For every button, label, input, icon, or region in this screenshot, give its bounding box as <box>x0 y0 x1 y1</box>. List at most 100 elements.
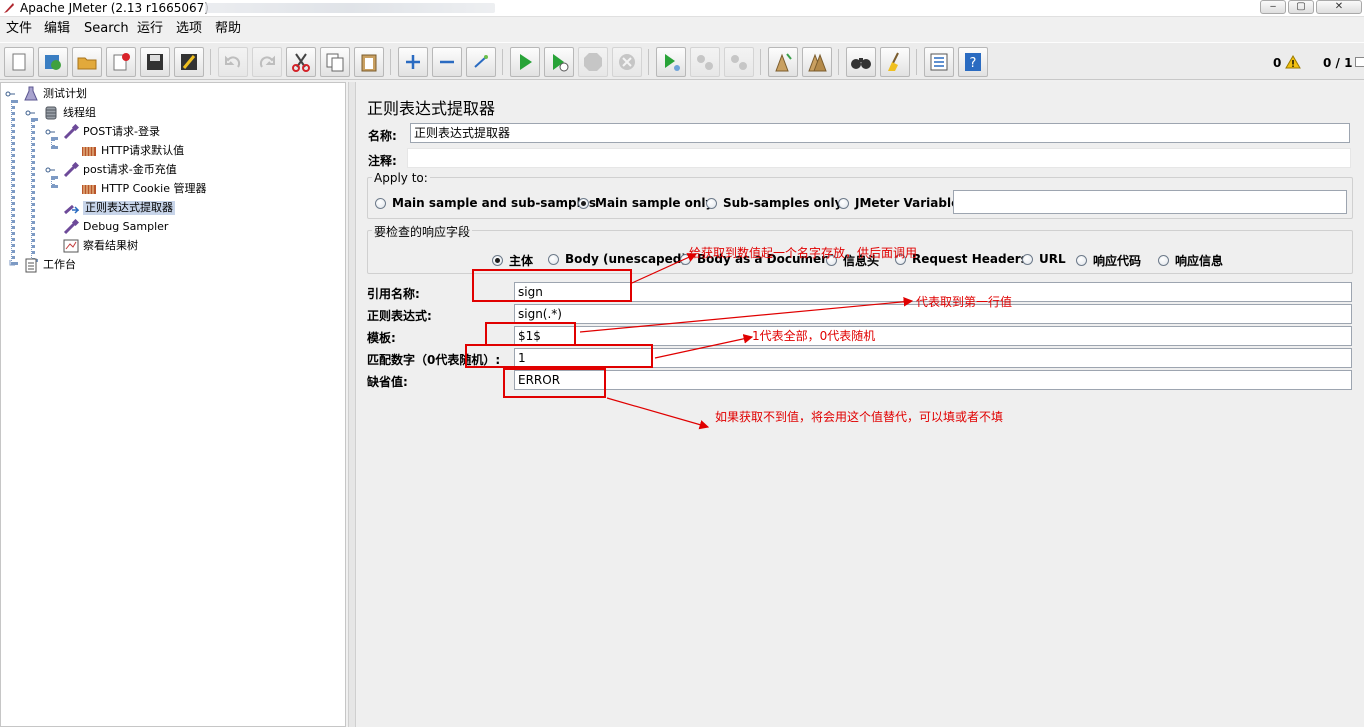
close-plan-button[interactable] <box>106 47 136 77</box>
start-button[interactable] <box>510 47 540 77</box>
save-screen-button[interactable] <box>174 47 204 77</box>
tree-node-http-defaults[interactable]: HTTP请求默认值 <box>81 142 184 160</box>
function-helper-button[interactable] <box>924 47 954 77</box>
tree-node-cookie-manager[interactable]: HTTP Cookie 管理器 <box>81 180 206 198</box>
svg-text:?: ? <box>970 56 977 71</box>
annotation-box-default-value <box>503 368 606 398</box>
tree-node-post-login[interactable]: POST请求-登录 <box>45 123 160 141</box>
save-button[interactable] <box>140 47 170 77</box>
error-count: 0 <box>1273 56 1282 70</box>
stop-button[interactable] <box>578 47 608 77</box>
redo-button[interactable] <box>252 47 282 77</box>
radio-label: Request Headers <box>912 252 1028 266</box>
annotation-box-reference-name <box>472 269 632 302</box>
radio-label: Main sample and sub-samples <box>392 196 597 210</box>
tree-node-label: HTTP Cookie 管理器 <box>101 182 207 195</box>
toolbar-separator <box>390 49 391 75</box>
default-value-input[interactable]: ERROR <box>514 370 1352 390</box>
sampler-pipette-icon <box>63 162 79 178</box>
expand-handle-icon[interactable] <box>45 165 55 175</box>
undo-button[interactable] <box>218 47 248 77</box>
panel-heading: 正则表达式提取器 <box>367 99 496 118</box>
tree-node-label: HTTP请求默认值 <box>101 144 185 157</box>
expand-handle-icon[interactable] <box>5 89 15 99</box>
tree-node-debug-sampler[interactable]: Debug Sampler <box>63 218 168 236</box>
plus-icon <box>406 55 420 69</box>
remote-start-button[interactable] <box>656 47 686 77</box>
sampler-pipette-icon <box>63 124 79 140</box>
remote-shutdown-button[interactable] <box>724 47 754 77</box>
start-no-pauses-button[interactable] <box>544 47 574 77</box>
tree-node-regex-extractor[interactable]: 正则表达式提取器 <box>63 199 175 217</box>
annotation-regex-note: 代表取到第一行值 <box>916 295 1013 309</box>
field-url-radio[interactable]: URL <box>1022 252 1066 266</box>
copy-button[interactable] <box>320 47 350 77</box>
templates-button[interactable] <box>38 47 68 77</box>
menu-run[interactable]: 运行 <box>137 21 163 37</box>
broom-icon <box>888 52 899 71</box>
name-input[interactable]: 正则表达式提取器 <box>410 123 1350 143</box>
menu-file[interactable]: 文件 <box>6 21 32 37</box>
undo-icon <box>225 55 241 68</box>
annotation-box-match-number <box>465 344 653 368</box>
jmeter-variable-input[interactable] <box>953 190 1347 214</box>
maximize-button[interactable]: ▢ <box>1288 0 1314 14</box>
cut-button[interactable] <box>286 47 316 77</box>
shutdown-button[interactable] <box>612 47 642 77</box>
toggle-button[interactable] <box>466 47 496 77</box>
broom-clear-icon <box>775 53 792 72</box>
warning-icon[interactable] <box>1285 55 1301 69</box>
new-file-icon <box>12 53 26 71</box>
apply-main-and-sub-radio[interactable]: Main sample and sub-samples <box>375 196 596 210</box>
new-button[interactable] <box>4 47 34 77</box>
radio-indicator <box>1022 253 1033 265</box>
collapse-all-button[interactable] <box>432 47 462 77</box>
close-button[interactable]: ✕ <box>1316 0 1362 14</box>
test-plan-tree: 测试计划 线程组 POST请求-登录 HTTP请求默认值 post请求-金币充值… <box>0 82 346 727</box>
apply-jmeter-variable-radio[interactable]: JMeter Variable <box>838 196 959 210</box>
clear-button[interactable] <box>768 47 798 77</box>
menu-help[interactable]: 帮助 <box>215 21 241 37</box>
templates-icon <box>45 55 61 70</box>
paste-button[interactable] <box>354 47 384 77</box>
save-as-icon <box>181 54 197 70</box>
reset-search-button[interactable] <box>880 47 910 77</box>
remote-stop-button[interactable] <box>690 47 720 77</box>
test-plan-flask-icon <box>24 86 38 101</box>
field-response-message-radio[interactable]: 响应信息 <box>1158 252 1223 269</box>
expand-all-button[interactable] <box>398 47 428 77</box>
tree-node-results-tree[interactable]: 察看结果树 <box>63 237 138 255</box>
minimize-button[interactable]: ‒ <box>1260 0 1286 14</box>
field-body-unescaped-radio[interactable]: Body (unescaped) <box>548 252 687 266</box>
field-body-radio[interactable]: 主体 <box>492 252 533 269</box>
tree-node-workbench[interactable]: 工作台 <box>5 256 76 274</box>
workbench-clipboard-icon <box>25 258 37 273</box>
tree-line <box>11 100 15 265</box>
search-button[interactable] <box>846 47 876 77</box>
open-button[interactable] <box>72 47 102 77</box>
reference-name-label: 引用名称: <box>367 287 420 301</box>
comment-input[interactable] <box>407 148 1351 168</box>
tree-node-test-plan[interactable]: 测试计划 <box>5 85 87 103</box>
apply-sub-only-radio[interactable]: Sub-samples only <box>706 196 842 210</box>
radio-indicator <box>578 197 589 209</box>
menu-options[interactable]: 选项 <box>176 21 202 37</box>
expand-handle-icon[interactable] <box>45 127 55 137</box>
open-folder-icon <box>77 57 97 70</box>
toolbar-separator <box>916 49 917 75</box>
expand-handle-icon[interactable] <box>25 108 35 118</box>
help-button[interactable]: ? <box>958 47 988 77</box>
tree-node-thread-group[interactable]: 线程组 <box>25 104 96 122</box>
radio-label: JMeter Variable <box>855 196 960 210</box>
menu-search[interactable]: Search <box>84 21 129 37</box>
template-input[interactable]: $1$ <box>514 326 1352 346</box>
clear-all-button[interactable] <box>802 47 832 77</box>
annotation-match-note: 1代表全部，0代表随机 <box>752 329 876 343</box>
field-response-code-radio[interactable]: 响应代码 <box>1076 252 1141 269</box>
radio-label: Main sample only <box>595 196 714 210</box>
split-pane-divider[interactable] <box>348 82 356 727</box>
minus-icon <box>440 60 454 64</box>
menu-edit[interactable]: 编辑 <box>44 21 70 37</box>
apply-main-only-radio[interactable]: Main sample only <box>578 196 713 210</box>
tree-node-post-recharge[interactable]: post请求-金币充值 <box>45 161 177 179</box>
